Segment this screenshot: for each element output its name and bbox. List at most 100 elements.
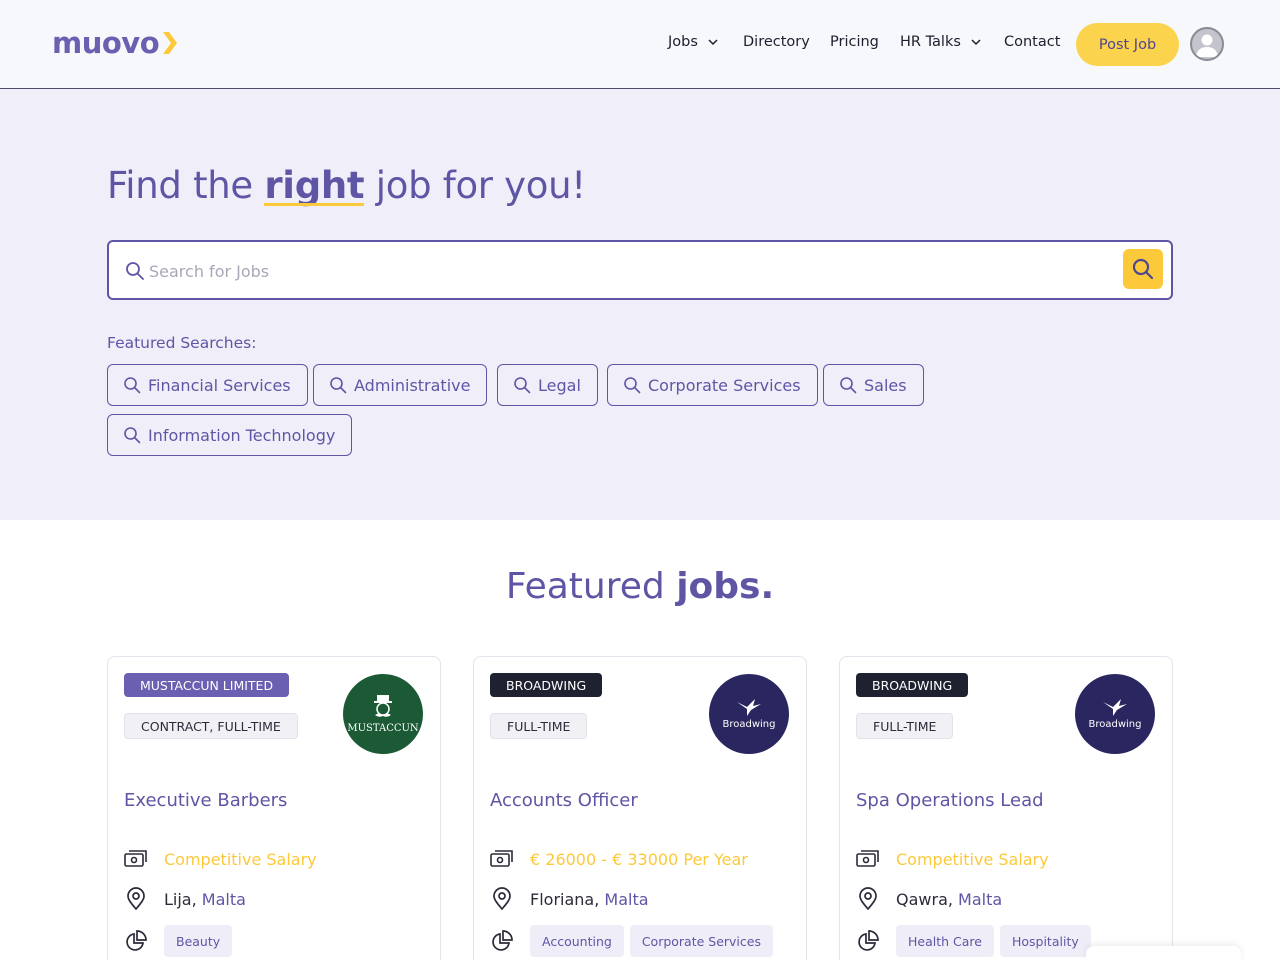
chip-label: Sales: [864, 375, 907, 395]
location-city: Qawra: [896, 889, 948, 909]
bird-icon: [1103, 699, 1127, 716]
salary-row: Competitive Salary: [124, 847, 317, 871]
company-badge: BROADWING: [490, 673, 603, 697]
category-tag[interactable]: Accounting: [530, 925, 624, 957]
post-job-button[interactable]: Post Job: [1076, 23, 1179, 66]
nav-jobs[interactable]: Jobs: [668, 34, 718, 50]
search-submit-button[interactable]: [1123, 249, 1163, 289]
company-logo-text: Broadwing: [1088, 719, 1142, 730]
featured-title-regular: Featured: [505, 566, 677, 607]
salary-text: Competitive Salary: [896, 849, 1049, 869]
job-search-input[interactable]: [149, 254, 1109, 288]
chip-label: Financial Services: [148, 375, 291, 395]
nav-pricing[interactable]: Pricing: [830, 34, 879, 50]
company-logo: Broadwing: [1075, 674, 1155, 754]
job-card[interactable]: BROADWING FULL-TIME Broadwing Accounts O…: [473, 656, 807, 960]
logo-chevron-icon: [163, 32, 178, 54]
nav-contact[interactable]: Contact: [1004, 34, 1060, 50]
location-city: Lija: [164, 889, 192, 909]
featured-searches-label: Featured Searches:: [107, 334, 257, 352]
hero-title: Find the right job for you!: [107, 164, 586, 207]
mustache-man-icon: [374, 694, 392, 717]
location-row: Floriana, Malta: [490, 887, 649, 911]
bird-icon: [737, 699, 761, 716]
company-badge: BROADWING: [856, 673, 969, 697]
hero-title-highlight: right: [264, 164, 365, 207]
map-pin-icon: [490, 887, 514, 911]
search-icon: [840, 377, 857, 394]
muovo-logo[interactable]: muovo: [52, 26, 179, 60]
nav-contact-label: Contact: [1004, 34, 1061, 50]
job-title[interactable]: Executive Barbers: [124, 790, 287, 811]
company-logo: Broadwing: [709, 674, 789, 754]
company-badge: MUSTACCUN LIMITED: [124, 673, 290, 697]
location-separator: ,: [594, 889, 605, 909]
location-city: Floriana: [530, 889, 595, 909]
location-country: Malta: [958, 889, 1003, 909]
company-logo-text: MUSTACCUN: [347, 722, 419, 734]
hero-title-before: Find the: [107, 164, 265, 207]
salary-text: Competitive Salary: [164, 849, 317, 869]
location-row: Lija, Malta: [124, 887, 246, 911]
category-tag[interactable]: Hospitality: [999, 925, 1091, 957]
floating-widget[interactable]: [1086, 946, 1241, 960]
nav-directory-label: Directory: [743, 34, 810, 50]
search-icon: [330, 377, 347, 394]
pie-chart-icon: [856, 929, 880, 953]
chevron-down-icon: [708, 38, 718, 45]
category-row: Beauty: [124, 925, 238, 957]
job-card[interactable]: BROADWING FULL-TIME Broadwing Spa Operat…: [839, 656, 1173, 960]
featured-search-chip[interactable]: Administrative: [313, 364, 488, 406]
employment-type-badge: FULL-TIME: [490, 713, 588, 739]
pie-chart-icon: [490, 929, 514, 953]
chip-label: Corporate Services: [648, 375, 801, 395]
featured-title-bold: jobs.: [676, 566, 775, 607]
nav-hr-talks[interactable]: HR Talks: [900, 34, 981, 50]
user-avatar-icon[interactable]: [1190, 27, 1224, 61]
search-icon: [624, 377, 641, 394]
pie-chart-icon: [124, 929, 148, 953]
salary-row: € 26000 - € 33000 Per Year: [490, 847, 748, 871]
search-icon: [1132, 258, 1154, 280]
logo-text: muovo: [52, 25, 160, 60]
map-pin-icon: [856, 887, 880, 911]
job-card[interactable]: MUSTACCUN LIMITED CONTRACT, FULL-TIME MU…: [107, 656, 441, 960]
job-search-bar: [107, 240, 1173, 300]
job-title[interactable]: Spa Operations Lead: [856, 790, 1044, 811]
chip-label: Administrative: [354, 375, 471, 395]
featured-jobs-title: Featured jobs.: [0, 566, 1280, 607]
company-logo: MUSTACCUN: [343, 674, 423, 754]
search-icon: [124, 377, 141, 394]
money-icon: [856, 847, 880, 871]
featured-search-chip[interactable]: Corporate Services: [607, 364, 818, 406]
employment-type-badge: CONTRACT, FULL-TIME: [124, 713, 298, 739]
map-pin-icon: [124, 887, 148, 911]
salary-text: € 26000 - € 33000 Per Year: [530, 849, 748, 869]
money-icon: [124, 847, 148, 871]
featured-search-chip[interactable]: Sales: [823, 364, 924, 406]
featured-search-chip[interactable]: Financial Services: [107, 364, 308, 406]
nav-pricing-label: Pricing: [830, 34, 879, 50]
money-icon: [490, 847, 514, 871]
employment-type-badge: FULL-TIME: [856, 713, 954, 739]
location-separator: ,: [191, 889, 202, 909]
category-tag[interactable]: Beauty: [164, 925, 233, 957]
user-silhouette-icon: [1196, 34, 1218, 57]
featured-search-chip[interactable]: Legal: [497, 364, 598, 406]
salary-row: Competitive Salary: [856, 847, 1049, 871]
category-row: Health Care Hospitality: [856, 925, 1097, 957]
company-logo-text: Broadwing: [722, 719, 776, 730]
featured-search-chip[interactable]: Information Technology: [107, 414, 353, 456]
search-icon: [514, 377, 531, 394]
nav-jobs-label: Jobs: [668, 34, 698, 50]
chip-label: Legal: [538, 375, 581, 395]
chevron-down-icon: [971, 38, 981, 45]
category-tag[interactable]: Corporate Services: [629, 925, 773, 957]
location-country: Malta: [201, 889, 246, 909]
chip-label: Information Technology: [148, 425, 336, 445]
search-icon: [124, 427, 141, 444]
nav-directory[interactable]: Directory: [743, 34, 810, 50]
category-tag[interactable]: Health Care: [896, 925, 994, 957]
job-title[interactable]: Accounts Officer: [490, 790, 638, 811]
search-icon: [126, 262, 144, 280]
